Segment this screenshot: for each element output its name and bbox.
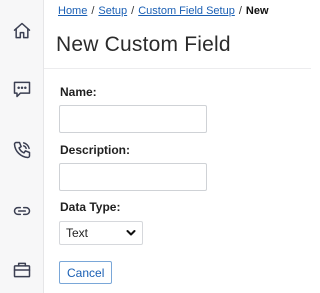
breadcrumb-separator: / [91, 5, 95, 17]
home-icon[interactable] [7, 16, 37, 46]
briefcase-icon[interactable] [7, 255, 37, 285]
chat-icon[interactable] [7, 74, 37, 104]
data-type-label: Data Type: [60, 200, 121, 214]
description-label: Description: [60, 143, 131, 157]
description-field[interactable] [59, 163, 207, 191]
breadcrumb-setup-link[interactable]: Setup [98, 5, 127, 17]
name-field[interactable] [59, 105, 207, 133]
breadcrumb-separator: / [131, 5, 135, 17]
breadcrumb-home-link[interactable]: Home [58, 5, 87, 17]
page-title: New Custom Field [56, 33, 231, 56]
main-content: Home / Setup / Custom Field Setup / New New Cu… [44, 0, 311, 293]
name-label: Name: [60, 85, 97, 99]
sidebar [0, 0, 44, 293]
phone-icon[interactable] [7, 135, 37, 165]
cancel-button[interactable]: Cancel [59, 261, 113, 284]
link-icon[interactable] [7, 196, 37, 226]
breadcrumb-custom-field-setup-link[interactable]: Custom Field Setup [138, 5, 235, 17]
data-type-select[interactable]: Text [59, 221, 143, 245]
breadcrumb: Home / Setup / Custom Field Setup / New [58, 5, 269, 17]
chevron-down-icon [126, 228, 136, 238]
divider [44, 68, 311, 69]
data-type-selected-value: Text [66, 226, 89, 240]
breadcrumb-separator: / [238, 5, 242, 17]
breadcrumb-current: New [245, 5, 269, 17]
